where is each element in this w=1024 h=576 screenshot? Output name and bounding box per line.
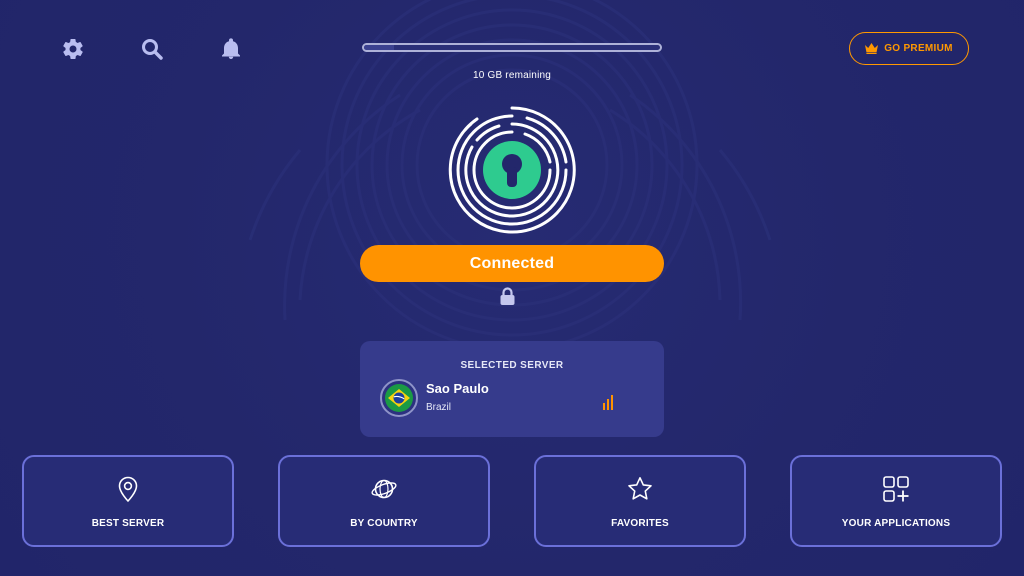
data-usage-fill [364, 45, 394, 50]
your-applications-label: YOUR APPLICATIONS [841, 518, 951, 529]
globe-orbit-icon [371, 479, 397, 499]
your-applications-tile[interactable]: YOUR APPLICATIONS [790, 455, 1002, 547]
by-country-tile[interactable]: BY COUNTRY [278, 455, 490, 547]
data-remaining-label: 10 GB remaining [472, 70, 552, 81]
data-usage-bar [362, 43, 662, 52]
selected-server-title: SELECTED SERVER [460, 360, 564, 371]
bell-icon [222, 38, 240, 59]
brazil-flag-icon [380, 379, 418, 417]
vpn-home-screen: 10 GB remaining GO PREMIUM Connected SEL… [0, 0, 1024, 576]
selected-server-card[interactable]: SELECTED SERVER Sao Paulo Brazil [360, 341, 664, 437]
favorites-tile[interactable]: FAVORITES [534, 455, 746, 547]
favorites-label: FAVORITES [611, 518, 669, 529]
server-country: Brazil [426, 402, 452, 413]
by-country-label: BY COUNTRY [350, 518, 418, 529]
search-button[interactable] [139, 36, 165, 62]
apps-grid-plus-icon [883, 476, 909, 502]
star-icon [628, 477, 652, 500]
settings-button[interactable] [60, 36, 86, 62]
signal-bars-icon [603, 395, 613, 410]
location-pin-icon [118, 476, 138, 503]
lock-icon [500, 287, 515, 305]
go-premium-button[interactable]: GO PREMIUM [849, 32, 969, 65]
go-premium-label: GO PREMIUM [884, 43, 953, 54]
search-icon [142, 39, 163, 60]
server-city: Sao Paulo [426, 381, 489, 396]
notifications-button[interactable] [218, 36, 244, 62]
gear-icon [63, 39, 83, 60]
brazil-flag-graphic [385, 384, 413, 412]
best-server-tile[interactable]: BEST SERVER [22, 455, 234, 547]
fingerprint-lock-logo [448, 106, 576, 234]
connection-status-button[interactable]: Connected [360, 245, 664, 282]
best-server-label: BEST SERVER [91, 518, 165, 529]
crown-icon [865, 43, 879, 54]
